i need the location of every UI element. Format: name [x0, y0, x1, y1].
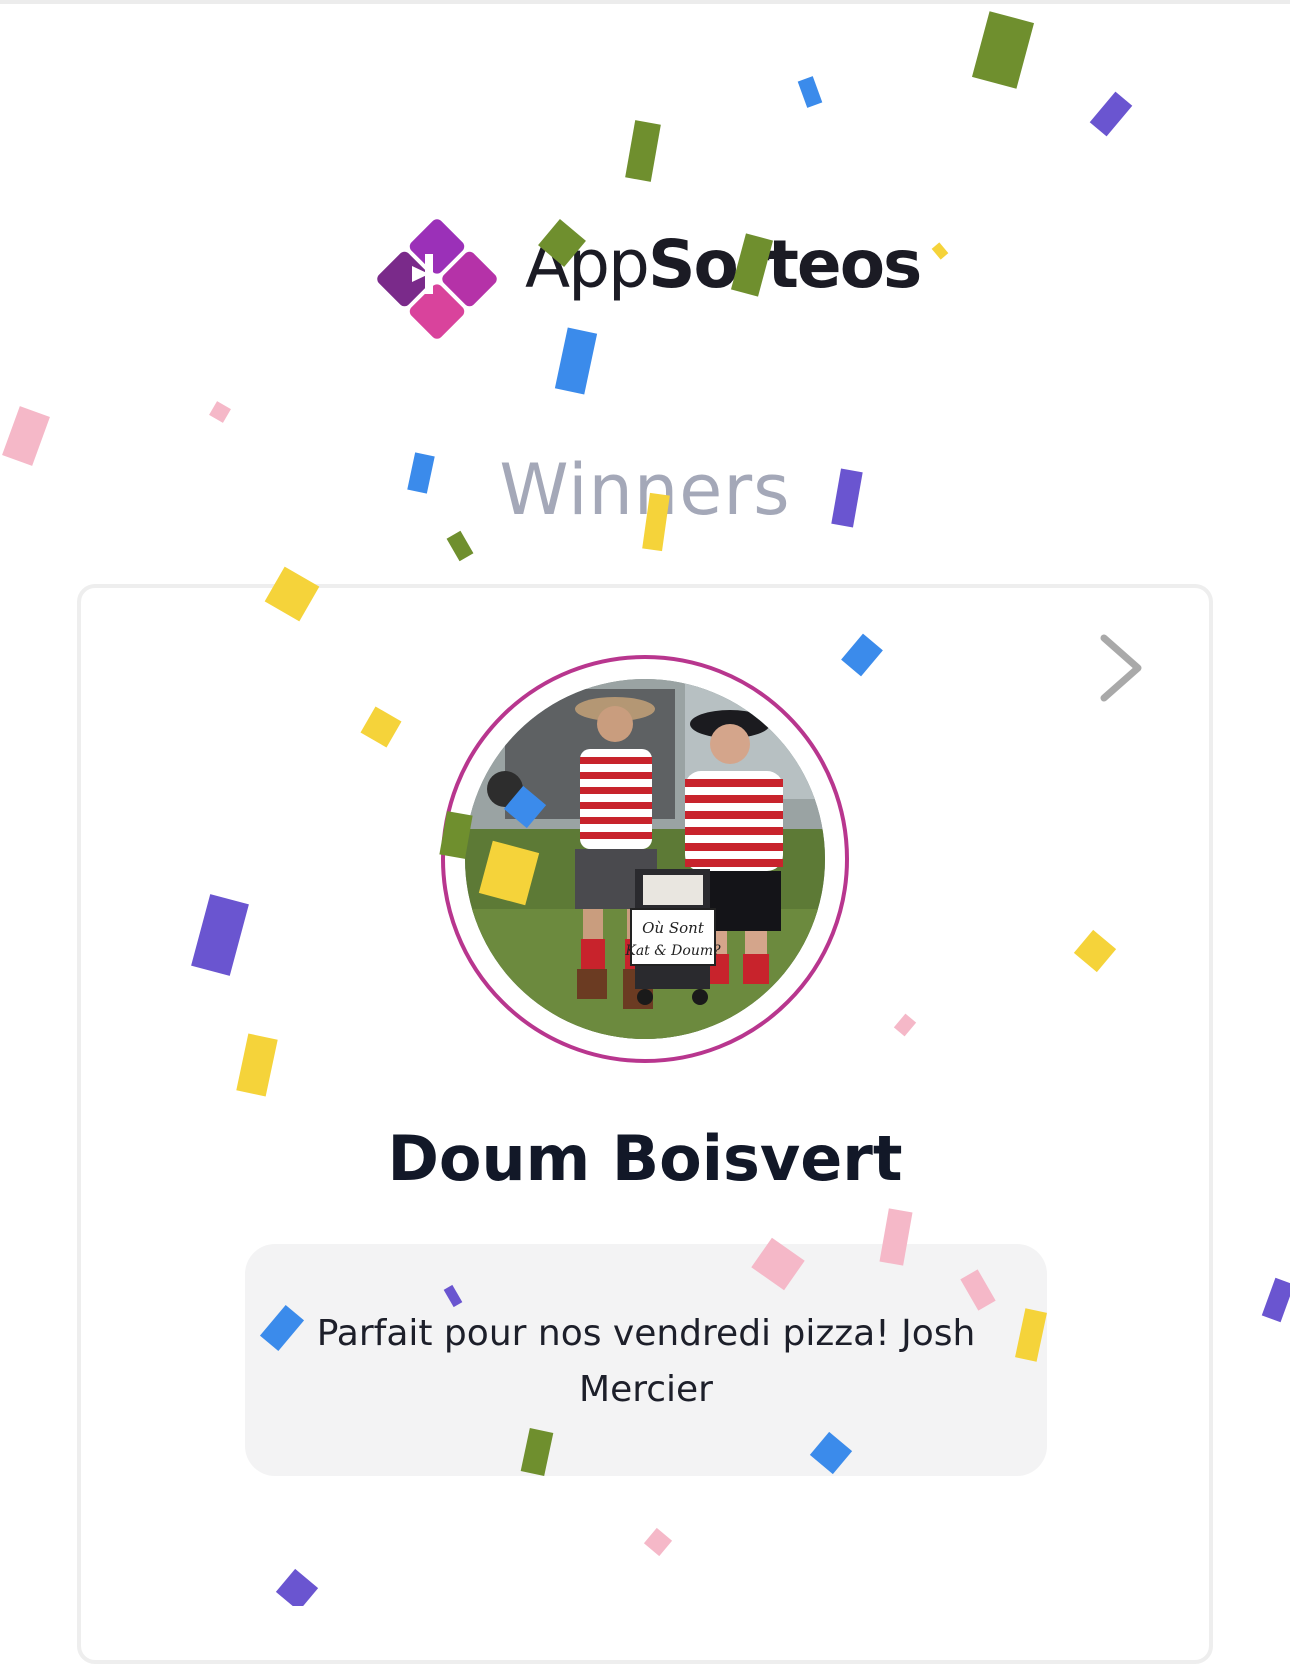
chevron-right-icon[interactable]	[1094, 634, 1148, 702]
winner-avatar: Où Sont Kat & Doum?	[465, 679, 825, 1039]
brand-name: AppSorteos	[525, 232, 922, 298]
confetti-piece	[209, 401, 231, 423]
confetti-piece	[797, 76, 823, 108]
confetti-piece	[1261, 1277, 1290, 1323]
confetti-piece	[971, 11, 1035, 89]
page-title: Winners	[499, 449, 791, 531]
brand-name-light: App	[525, 226, 650, 303]
confetti-piece	[625, 120, 661, 182]
winner-photo: Où Sont Kat & Doum?	[465, 679, 825, 1039]
gift-diamond-logo-icon	[377, 219, 497, 339]
top-divider	[0, 0, 1290, 4]
photo-sign-line2: Kat & Doum?	[624, 943, 721, 959]
confetti-piece	[446, 530, 474, 562]
app-logo: AppSorteos	[372, 214, 932, 346]
winner-name: Doum Boisvert	[387, 1122, 903, 1195]
confetti-piece	[1089, 91, 1133, 137]
winner-message: Parfait pour nos vendredi pizza! Josh Me…	[316, 1313, 976, 1410]
brand-name-bold: Sorteos	[647, 226, 922, 303]
confetti-piece	[931, 242, 949, 260]
photo-sign-line1: Où Sont	[642, 919, 705, 937]
winner-message-box: Parfait pour nos vendredi pizza! Josh Me…	[245, 1244, 1047, 1476]
